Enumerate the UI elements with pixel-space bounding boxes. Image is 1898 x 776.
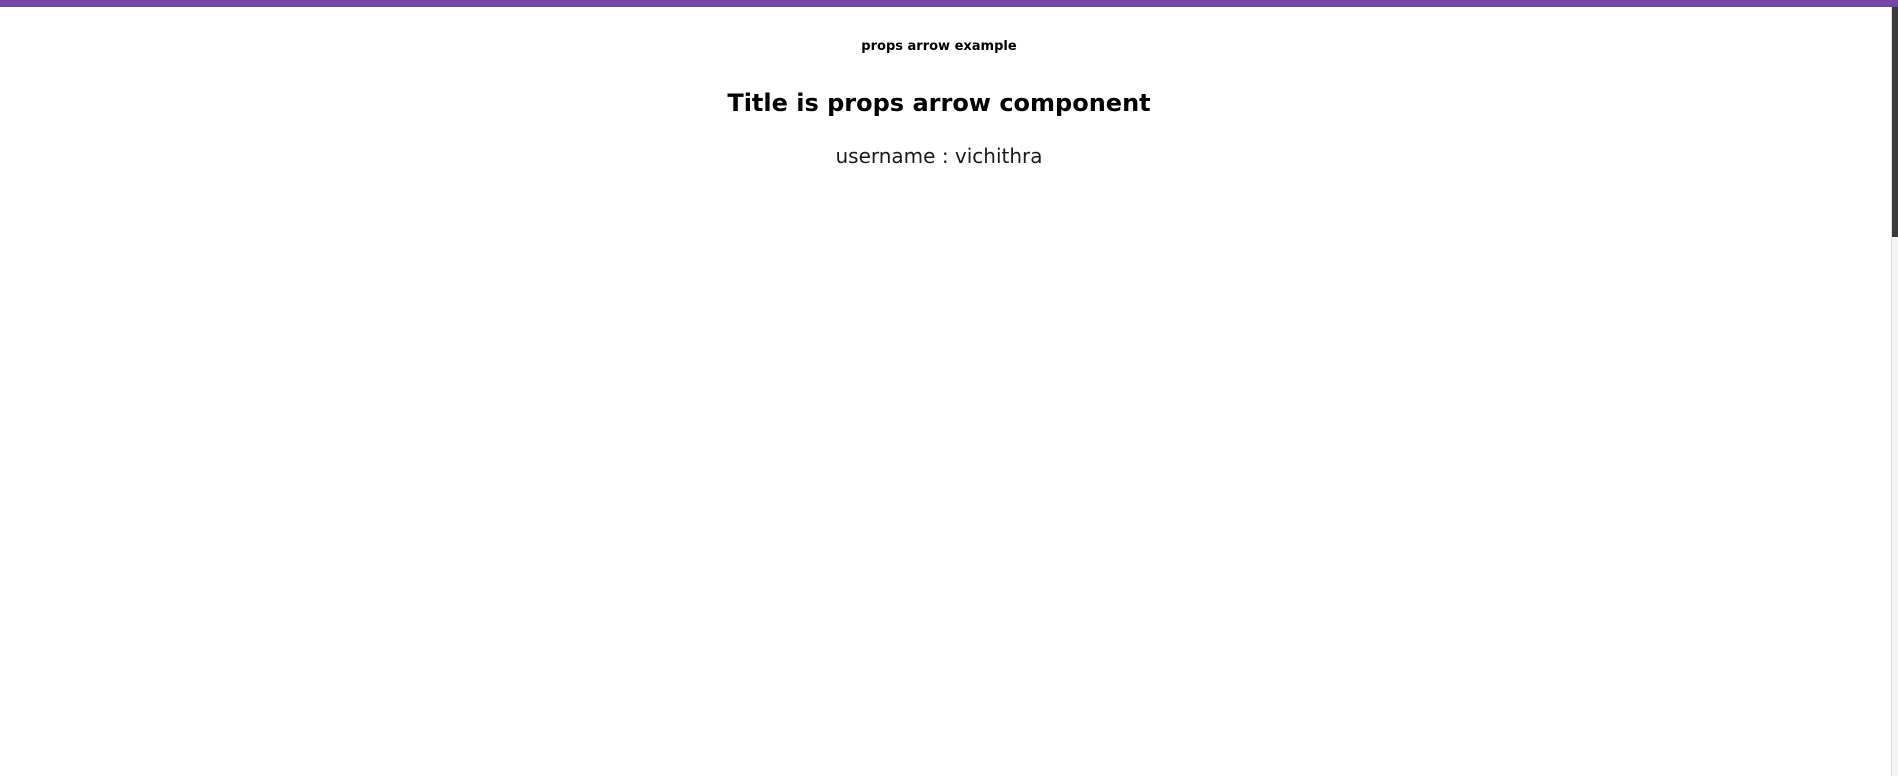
browser-viewport: props arrow example Title is props arrow… — [0, 0, 1898, 776]
vertical-scrollbar-thumb[interactable] — [1892, 7, 1898, 237]
username-text: username : vichithra — [835, 144, 1043, 168]
page-content: props arrow example Title is props arrow… — [0, 0, 1892, 776]
component-title: Title is props arrow component — [727, 89, 1151, 117]
app-heading: props arrow example — [861, 39, 1017, 54]
